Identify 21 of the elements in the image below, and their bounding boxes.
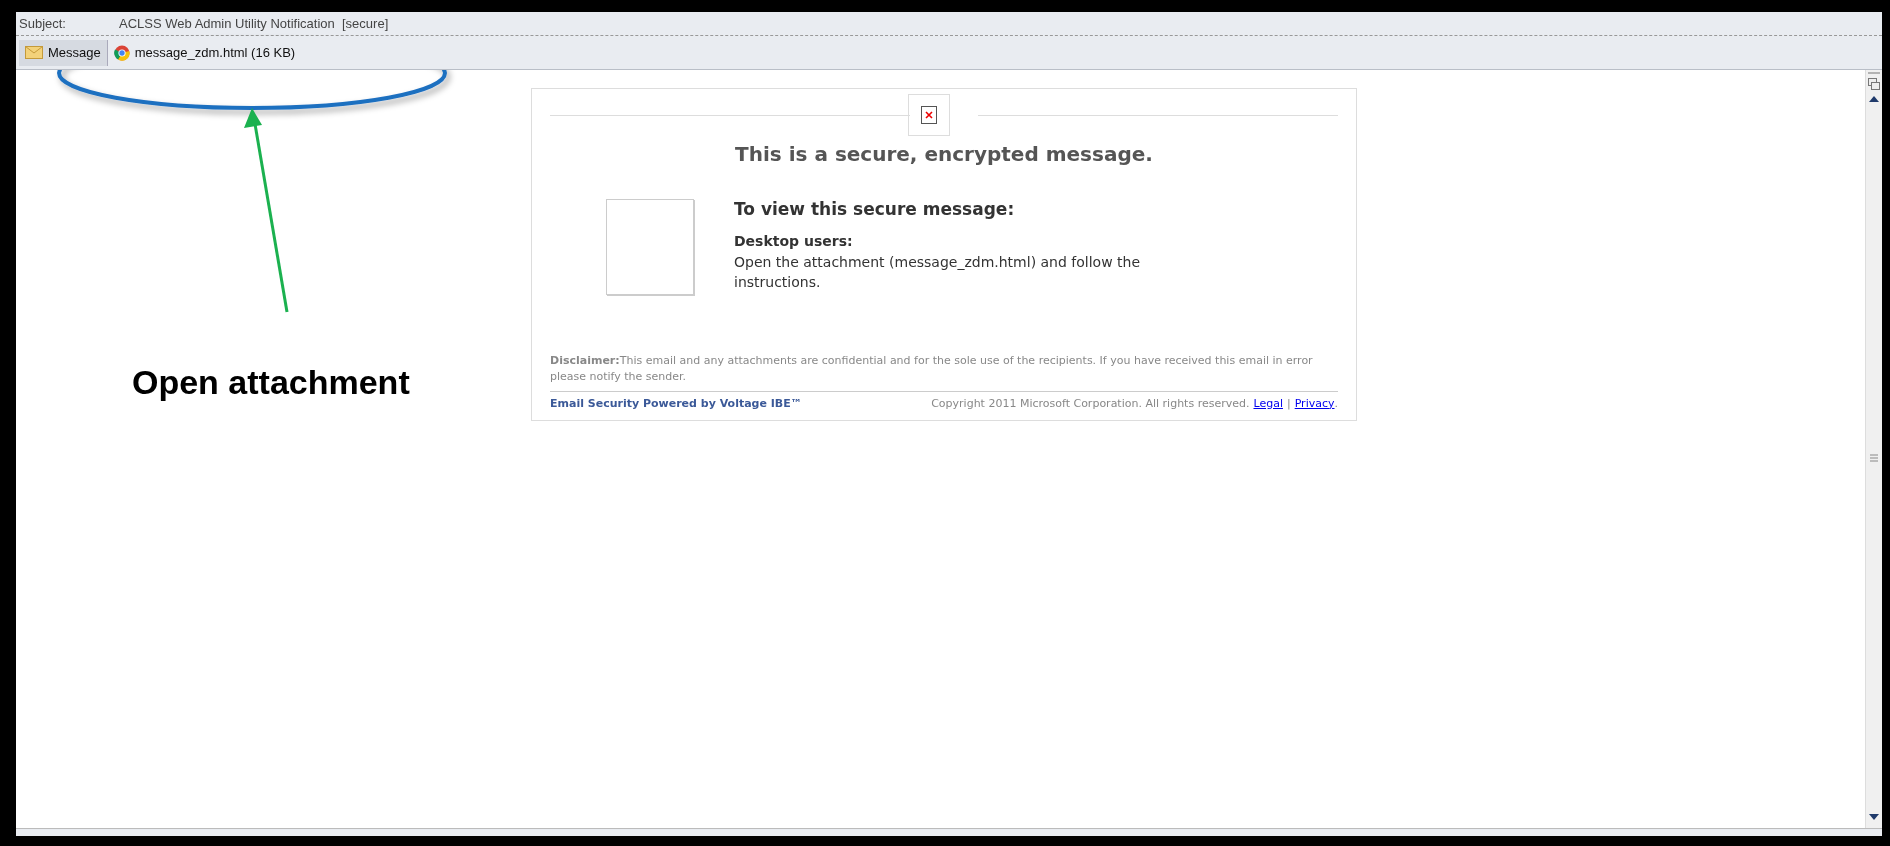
subject-text: ACLSS Web Admin Utility Notification [secure] — [119, 14, 389, 33]
disclaimer-text: Disclaimer:This email and any attachments are confidential and for the sole use of the recipients. If you have received this email in error please notify the sender. — [550, 353, 1338, 392]
browser-icon — [113, 44, 130, 61]
scrollbar[interactable] — [1865, 70, 1882, 828]
privacy-link[interactable]: Privacy — [1294, 395, 1335, 413]
message-title: This is a secure, encrypted message. — [734, 141, 1154, 168]
powered-by-text: Email Security Powered by Voltage IBE™ — [550, 395, 802, 412]
grip-icon — [1869, 454, 1879, 462]
link-separator: | — [1286, 395, 1291, 412]
period-text: . — [1334, 395, 1338, 412]
subject-label: Subject: — [19, 14, 67, 33]
annotation-label: Open attachment — [132, 362, 410, 403]
message-tab[interactable]: Message — [19, 39, 108, 66]
attachment-tab[interactable]: message_zdm.html (16 KB) — [107, 39, 302, 66]
desktop-users-label: Desktop users: — [734, 231, 854, 251]
instructions-text: Open the attachment (message_zdm.html) and follow the instructions. — [734, 252, 1142, 292]
copyright-text: Copyright 2011 Microsoft Corporation. All rights reserved. — [931, 395, 1250, 412]
envelope-icon — [25, 46, 43, 59]
legal-link[interactable]: Legal — [1253, 395, 1283, 413]
split-icon — [1867, 72, 1881, 92]
view-heading: To view this secure message: — [734, 198, 1016, 221]
